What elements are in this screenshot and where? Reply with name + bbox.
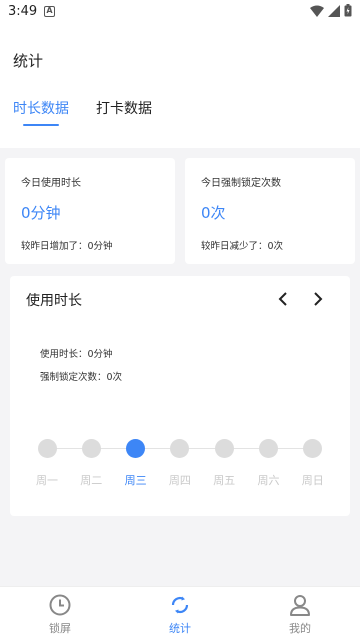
wifi-icon (310, 5, 324, 17)
today-usage-label: 今日使用时长 (21, 178, 81, 189)
day-dot-5[interactable] (214, 439, 234, 458)
nav-lockscreen-label: 锁屏 (49, 622, 71, 635)
signal-icon (328, 4, 340, 17)
day-label-7[interactable]: 周日 (293, 472, 333, 488)
day-label-4[interactable]: 周四 (160, 472, 200, 488)
tab-checkin-data[interactable]: 打卡数据 (96, 98, 152, 118)
nav-profile-label: 我的 (289, 622, 311, 635)
day-label-3[interactable]: 周三 (116, 472, 156, 488)
day-label-5[interactable]: 周五 (204, 472, 244, 488)
nav-profile[interactable]: 我的 (270, 593, 330, 636)
day-dot-3[interactable] (126, 439, 146, 458)
battery-icon (344, 4, 352, 17)
refresh-circle-icon (171, 596, 189, 614)
tab-active-indicator (23, 124, 59, 126)
status-bar: 3:49 A (0, 0, 360, 24)
chevron-right-icon (314, 292, 323, 306)
today-lock-card: 今日强制锁定次数 0次 较昨日减少了：0次 (185, 158, 355, 264)
day-dot-2[interactable] (81, 439, 101, 458)
usage-panel-title: 使用时长 (26, 293, 82, 309)
tab-time-data[interactable]: 时长数据 (13, 98, 69, 118)
today-lock-compare: 较昨日减少了：0次 (201, 241, 284, 252)
previous-week-button[interactable] (278, 292, 288, 309)
status-indicators (310, 4, 352, 17)
today-usage-value: 0分钟 (21, 204, 61, 222)
day-dot-1[interactable] (37, 439, 57, 458)
today-lock-value: 0次 (201, 204, 226, 222)
day-dot-7[interactable] (303, 439, 323, 458)
notification-icon: A (44, 6, 55, 17)
today-usage-compare: 较昨日增加了：0分钟 (21, 241, 113, 252)
usage-duration-line: 使用时长：0分钟 (40, 349, 113, 360)
day-dot-6[interactable] (259, 439, 278, 458)
day-dot-4[interactable] (170, 439, 190, 458)
lock-count-line: 强制锁定次数：0次 (40, 372, 123, 383)
day-label-1[interactable]: 周一 (27, 472, 67, 488)
bottom-navigation: 锁屏 统计 我的 (0, 586, 360, 639)
day-label-2[interactable]: 周二 (71, 472, 111, 488)
nav-statistics-label: 统计 (169, 622, 191, 635)
clock-icon (49, 594, 71, 616)
page-title: 统计 (13, 52, 44, 70)
status-time: 3:49 (8, 4, 38, 19)
header: 统计 时长数据 打卡数据 (0, 24, 360, 148)
next-week-button[interactable] (313, 292, 323, 309)
user-icon (290, 595, 310, 616)
usage-panel: 使用时长 使用时长：0分钟 强制锁定次数：0次 周一 周二 周三 周四 周五 周六 周日 (10, 276, 350, 516)
chevron-left-icon (278, 292, 287, 306)
nav-lockscreen[interactable]: 锁屏 (30, 593, 90, 636)
today-lock-label: 今日强制锁定次数 (201, 178, 281, 189)
day-label-6[interactable]: 周六 (249, 472, 289, 488)
today-usage-card: 今日使用时长 0分钟 较昨日增加了：0分钟 (5, 158, 175, 264)
nav-statistics[interactable]: 统计 (150, 593, 210, 636)
